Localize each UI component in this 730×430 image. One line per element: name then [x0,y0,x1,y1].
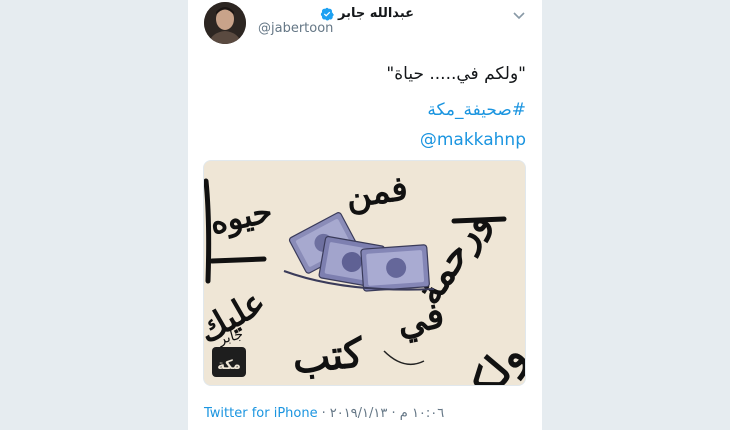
tweet-footer: Twitter for iPhone · ١٠:٠٦ م · ٢٠١٩/١/١٣ [204,404,444,422]
separator: · [321,405,326,421]
mention-link[interactable]: @makkahnp [420,130,526,150]
tweet-timestamp[interactable]: ١٠:٠٦ م · ٢٠١٩/١/١٣ [330,406,445,421]
hashtag-link[interactable]: #صحيفة_مكة [427,100,526,120]
chevron-down-icon[interactable] [512,6,526,20]
source-link[interactable]: Twitter for iPhone [204,406,318,421]
cartoon-image[interactable]: فمن ورحمة حيوه عليك كتب ولكم في مكة جابر [203,160,526,386]
calligraphy-word: فمن [343,168,410,216]
tweet-card: عبدالله جابر @jabertoon "ولكم في..... حي… [188,0,542,430]
tweet-text: "ولكم في..... حياة" [386,64,526,84]
newspaper-logo: مكة [212,347,246,377]
profile-photo [204,2,246,44]
avatar[interactable] [204,2,246,44]
author-name-row[interactable]: عبدالله جابر [320,4,414,22]
display-name[interactable]: عبدالله جابر [338,6,414,21]
verified-badge-icon [320,6,334,21]
cartoon-illustration: فمن ورحمة حيوه عليك كتب ولكم في مكة جابر [204,161,525,385]
logo-text: مكة [217,358,241,373]
calligraphy-word: كتب [290,329,366,383]
user-handle[interactable]: @jabertoon [258,21,333,36]
